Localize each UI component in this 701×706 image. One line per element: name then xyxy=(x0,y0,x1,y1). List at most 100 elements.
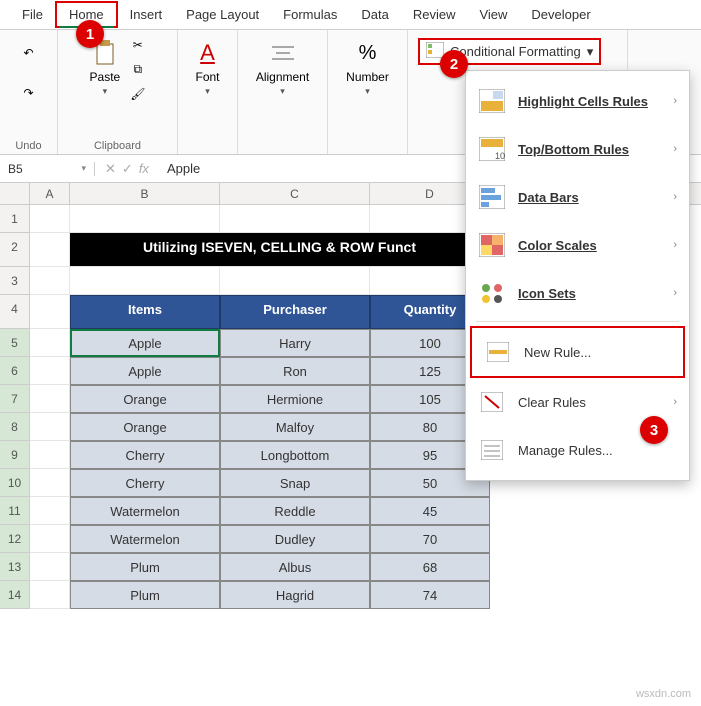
table-cell[interactable]: 70 xyxy=(370,525,490,553)
row-header[interactable]: 13 xyxy=(0,553,30,581)
table-cell[interactable]: Plum xyxy=(70,581,220,609)
menu-tab-page-layout[interactable]: Page Layout xyxy=(174,3,271,26)
column-header[interactable]: C xyxy=(220,183,370,204)
cell[interactable] xyxy=(70,267,220,295)
cell[interactable] xyxy=(30,497,70,525)
row-header[interactable]: 4 xyxy=(0,295,30,329)
ribbon-group-label: Undo xyxy=(15,138,41,152)
cell[interactable] xyxy=(30,525,70,553)
alignment-group-button[interactable]: Alignment ▾ xyxy=(254,36,311,99)
table-header[interactable]: Items xyxy=(70,295,220,329)
table-header[interactable]: Purchaser xyxy=(220,295,370,329)
table-cell[interactable]: Plum xyxy=(70,553,220,581)
table-cell[interactable]: Albus xyxy=(220,553,370,581)
row-header[interactable]: 14 xyxy=(0,581,30,609)
undo-button[interactable]: ↶ xyxy=(12,36,46,70)
row-header[interactable]: 6 xyxy=(0,357,30,385)
table-cell[interactable]: 45 xyxy=(370,497,490,525)
table-cell[interactable]: Ron xyxy=(220,357,370,385)
row-header[interactable]: 5 xyxy=(0,329,30,357)
redo-button[interactable]: ↷ xyxy=(12,76,46,110)
row-header[interactable]: 2 xyxy=(0,233,30,267)
name-box[interactable]: B5 ▾ xyxy=(0,162,95,176)
row-header[interactable]: 12 xyxy=(0,525,30,553)
cell[interactable] xyxy=(30,413,70,441)
menu-item-label: Icon Sets xyxy=(518,286,661,301)
menu-item-top-bottom-rules[interactable]: 10Top/Bottom Rules› xyxy=(466,125,689,173)
table-cell[interactable]: Apple xyxy=(70,357,220,385)
cancel-icon[interactable]: ✕ xyxy=(105,161,116,177)
menu-tab-file[interactable]: File xyxy=(10,3,55,26)
font-group-button[interactable]: A Font ▾ xyxy=(191,36,225,99)
table-cell[interactable]: Dudley xyxy=(220,525,370,553)
row-header[interactable]: 3 xyxy=(0,267,30,295)
table-cell[interactable]: Cherry xyxy=(70,441,220,469)
menu-tab-view[interactable]: View xyxy=(467,3,519,26)
cell[interactable] xyxy=(220,267,370,295)
table-cell[interactable]: Watermelon xyxy=(70,525,220,553)
cut-button[interactable]: ✂ xyxy=(131,36,145,54)
align-icon xyxy=(268,38,298,68)
cell[interactable] xyxy=(220,205,370,233)
menu-tab-data[interactable]: Data xyxy=(349,3,400,26)
cell[interactable] xyxy=(30,441,70,469)
menu-item-highlight-cells-rules[interactable]: Highlight Cells Rules› xyxy=(466,77,689,125)
cell[interactable] xyxy=(30,385,70,413)
callout-1: 1 xyxy=(76,20,104,48)
menu-item-color-scales[interactable]: Color Scales› xyxy=(466,221,689,269)
copy-button[interactable]: ⧉ xyxy=(132,60,145,79)
number-group-button[interactable]: % Number ▾ xyxy=(344,36,391,99)
row-header[interactable]: 10 xyxy=(0,469,30,497)
cell[interactable] xyxy=(30,357,70,385)
cell[interactable] xyxy=(30,553,70,581)
percent-icon: % xyxy=(353,38,383,68)
cell[interactable] xyxy=(30,205,70,233)
table-cell[interactable]: Malfoy xyxy=(220,413,370,441)
highlight-cells-icon xyxy=(478,87,506,115)
watermark: wsxdn.com xyxy=(636,688,691,700)
cell[interactable] xyxy=(30,469,70,497)
table-cell[interactable]: Longbottom xyxy=(220,441,370,469)
table-cell[interactable]: Orange xyxy=(70,385,220,413)
table-cell[interactable]: Snap xyxy=(220,469,370,497)
row-header[interactable]: 11 xyxy=(0,497,30,525)
table-cell[interactable]: 68 xyxy=(370,553,490,581)
column-header[interactable]: A xyxy=(30,183,70,204)
menu-item-data-bars[interactable]: Data Bars› xyxy=(466,173,689,221)
format-painter-button[interactable]: 🖌 xyxy=(128,85,147,103)
row-header[interactable]: 7 xyxy=(0,385,30,413)
row-header[interactable]: 1 xyxy=(0,205,30,233)
row-header[interactable]: 9 xyxy=(0,441,30,469)
table-cell[interactable]: Cherry xyxy=(70,469,220,497)
cell[interactable] xyxy=(30,581,70,609)
menu-tab-insert[interactable]: Insert xyxy=(118,3,175,26)
cell[interactable] xyxy=(30,267,70,295)
cell[interactable] xyxy=(30,233,70,267)
table-cell[interactable]: Orange xyxy=(70,413,220,441)
table-cell[interactable]: Reddle xyxy=(220,497,370,525)
menu-tab-formulas[interactable]: Formulas xyxy=(271,3,349,26)
table-cell[interactable]: 74 xyxy=(370,581,490,609)
menu-item-icon-sets[interactable]: Icon Sets› xyxy=(466,269,689,317)
table-cell[interactable]: Apple xyxy=(70,329,220,357)
table-cell[interactable]: Hermione xyxy=(220,385,370,413)
menu-item-new-rule[interactable]: New Rule... xyxy=(470,326,685,378)
table-cell[interactable]: Harry xyxy=(220,329,370,357)
menu-tab-developer[interactable]: Developer xyxy=(519,3,602,26)
fx-icon[interactable]: fx xyxy=(139,161,149,177)
table-cell[interactable]: Watermelon xyxy=(70,497,220,525)
row-header[interactable]: 8 xyxy=(0,413,30,441)
column-header[interactable]: B xyxy=(70,183,220,204)
table-cell[interactable]: Hagrid xyxy=(220,581,370,609)
scissors-icon: ✂ xyxy=(133,38,143,52)
data-bars-icon xyxy=(478,183,506,211)
select-all-corner[interactable] xyxy=(0,183,30,204)
chevron-down-icon: ▾ xyxy=(280,86,285,97)
cell[interactable] xyxy=(70,205,220,233)
enter-icon[interactable]: ✓ xyxy=(122,161,133,177)
menu-tab-review[interactable]: Review xyxy=(401,3,468,26)
cell[interactable] xyxy=(30,295,70,329)
chevron-right-icon: › xyxy=(673,95,677,107)
title-cell[interactable]: Utilizing ISEVEN, CELLING & ROW Funct xyxy=(70,233,490,267)
cell[interactable] xyxy=(30,329,70,357)
